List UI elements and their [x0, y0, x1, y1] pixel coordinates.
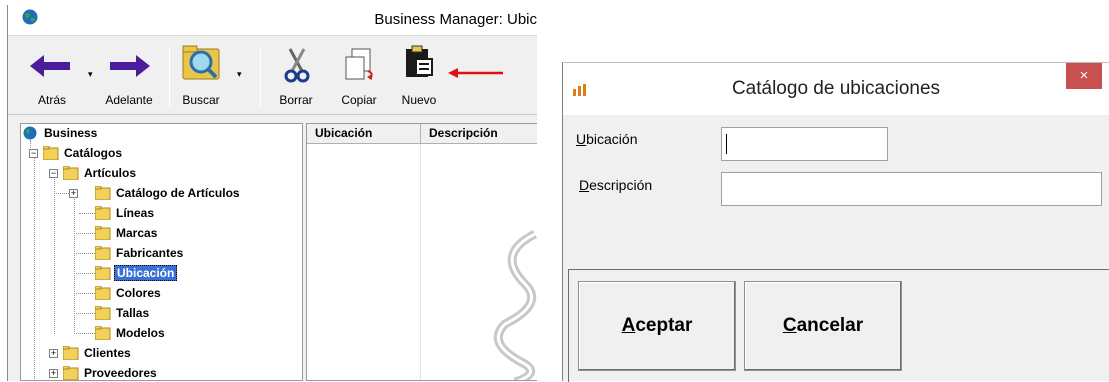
back-button[interactable]: ▾ Atrás [22, 37, 93, 115]
cancel-label: ancelar [796, 315, 864, 336]
forward-label: Adelante [105, 93, 153, 107]
accept-mnemonic: A [621, 315, 636, 336]
copy-icon [345, 48, 373, 80]
accept-label: ceptar [635, 315, 693, 336]
folder-icon [63, 366, 79, 380]
close-button[interactable]: × [1066, 63, 1102, 89]
folder-icon [95, 206, 111, 220]
tree-node-ubicacion[interactable]: Ubicación [95, 264, 178, 283]
ubicacion-mnemonic: U [576, 131, 587, 147]
search-button[interactable]: ▾ Buscar [176, 37, 242, 115]
tree-connector [74, 233, 95, 234]
ubicaciones-dialog: Catálogo de ubicaciones × Ubicación Desc… [562, 62, 1109, 382]
search-dropdown-icon[interactable]: ▾ [237, 69, 242, 80]
watermark-logo [493, 229, 537, 380]
tree-node-catalogos[interactable]: Catálogos [43, 144, 124, 163]
tree-node-articulos[interactable]: Artículos [63, 164, 138, 183]
tree-connector [74, 333, 95, 334]
collapse-icon[interactable]: − [29, 149, 38, 158]
clipboard-icon [406, 45, 433, 77]
dialog-title: Catálogo de ubicaciones [731, 78, 941, 99]
folder-icon [95, 266, 111, 280]
forward-button[interactable]: Adelante [98, 37, 160, 115]
tree-node-lineas[interactable]: Líneas [95, 204, 156, 223]
folder-icon [95, 326, 111, 340]
close-icon: × [1079, 67, 1089, 84]
toolbar-separator [260, 47, 261, 107]
back-label: Atrás [37, 93, 66, 107]
new-label: Nuevo [401, 93, 437, 107]
tree-connector [79, 213, 95, 214]
folder-icon [63, 346, 79, 360]
folder-icon [43, 146, 59, 160]
navigation-tree: Business − Catálogos − Artículos + Catál… [20, 123, 303, 381]
tree-node-proveedores[interactable]: Proveedores [63, 364, 159, 381]
folder-search-icon [182, 45, 220, 80]
scissors-icon [284, 48, 310, 83]
ubicacion-label-rest: bicación [586, 131, 638, 147]
red-arrow-icon [448, 68, 503, 78]
expand-icon[interactable]: + [69, 189, 78, 198]
toolbar: ▾ Atrás Adelante ▾ Buscar Borrar Copiar … [8, 37, 537, 115]
globe-icon [23, 126, 37, 140]
tree-connector [54, 174, 55, 334]
folder-icon [95, 286, 111, 300]
ubicacion-label: Ubicación [576, 131, 638, 147]
dialog-title-bar: Catálogo de ubicaciones × [563, 63, 1109, 115]
window-title: Business Manager: Ubic [374, 11, 537, 28]
ubicacion-input[interactable] [721, 127, 888, 161]
folder-icon [95, 186, 111, 200]
text-caret [726, 134, 727, 154]
expand-icon[interactable]: + [49, 349, 58, 358]
tree-connector [34, 154, 35, 381]
folder-icon [63, 166, 79, 180]
tree-connector [74, 313, 95, 314]
arrow-left-icon [30, 55, 70, 77]
descripcion-label: Descripción [579, 177, 652, 193]
tree-node-catalogo-articulos[interactable]: Catálogo de Artículos [95, 184, 242, 203]
delete-label: Borrar [279, 93, 313, 107]
folder-icon [95, 306, 111, 320]
cancel-button[interactable]: Cancelar [744, 281, 902, 371]
tree-node-modelos[interactable]: Modelos [95, 324, 167, 343]
tree-connector [74, 273, 95, 274]
back-dropdown-icon[interactable]: ▾ [88, 69, 93, 80]
arrow-right-icon [110, 55, 150, 77]
copy-label: Copiar [341, 93, 377, 107]
delete-button[interactable]: Borrar [274, 37, 318, 115]
copy-button[interactable]: Copiar [334, 37, 384, 115]
tree-node-clientes[interactable]: Clientes [63, 344, 133, 363]
folder-icon [95, 226, 111, 240]
descripcion-input[interactable] [721, 172, 1102, 206]
cancel-mnemonic: C [782, 315, 797, 336]
tree-node-business[interactable]: Business [23, 124, 99, 143]
tree-node-colores[interactable]: Colores [95, 284, 163, 303]
new-button[interactable]: Nuevo [394, 37, 444, 115]
tree-node-tallas[interactable]: Tallas [95, 304, 151, 323]
business-manager-window: Business Manager: Ubic ▾ Atrás Adelante [7, 5, 537, 381]
column-header-descripcion[interactable]: Descripción [421, 124, 537, 144]
tree-node-marcas[interactable]: Marcas [95, 224, 159, 243]
accept-button[interactable]: Aceptar [578, 281, 736, 371]
folder-icon [95, 246, 111, 260]
descripcion-label-rest: escripción [589, 177, 653, 193]
tree-connector [74, 293, 95, 294]
search-label: Buscar [182, 93, 220, 107]
tree-connector [74, 253, 95, 254]
expand-icon[interactable]: + [49, 369, 58, 378]
descripcion-mnemonic: D [579, 177, 590, 193]
tree-node-fabricantes[interactable]: Fabricantes [95, 244, 185, 263]
toolbar-separator [169, 47, 170, 107]
column-header-ubicacion[interactable]: Ubicación [307, 124, 421, 144]
records-grid: Ubicación Descripción [306, 123, 537, 381]
collapse-icon[interactable]: − [49, 169, 58, 178]
title-bar: Business Manager: Ubic [8, 5, 537, 36]
column-divider [420, 144, 421, 380]
